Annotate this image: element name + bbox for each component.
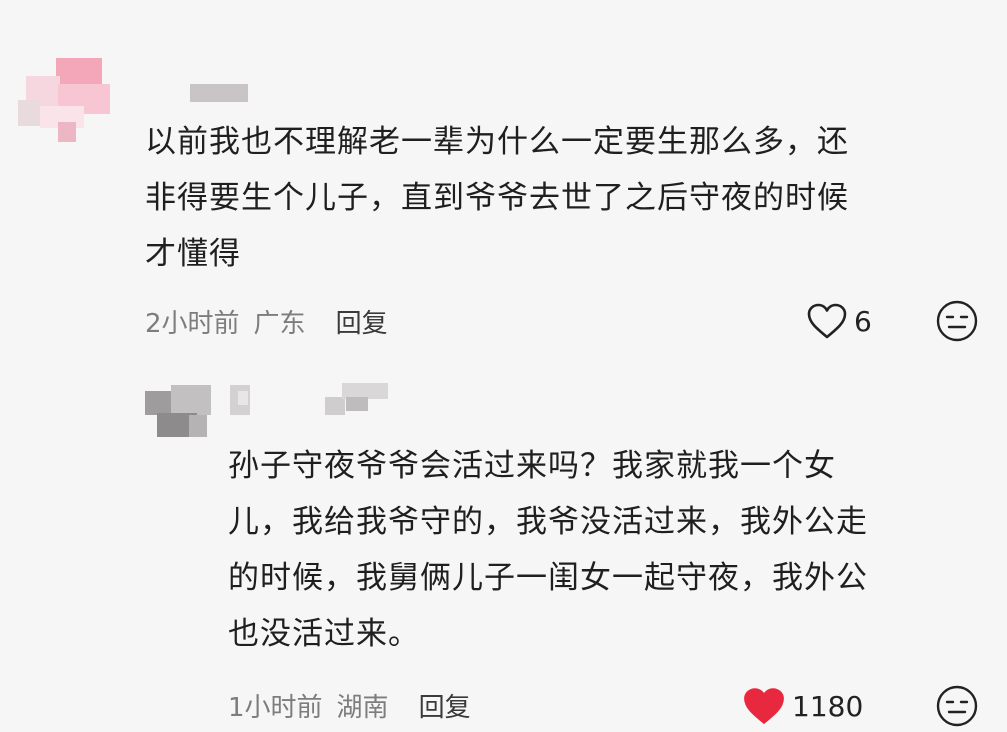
like-button[interactable]: 1180 [742, 686, 863, 726]
heart-outline-icon [807, 303, 847, 339]
location: 广东 [253, 309, 306, 339]
expressionless-face-icon[interactable] [935, 684, 979, 732]
location: 湖南 [336, 693, 389, 723]
reply-button[interactable]: 回复 [419, 693, 471, 723]
timestamp: 1小时前 [228, 693, 323, 723]
reply-button[interactable]: 回复 [336, 309, 388, 339]
expressionless-face-icon[interactable] [935, 299, 979, 347]
like-button[interactable]: 6 [806, 302, 872, 340]
like-count: 1180 [792, 689, 864, 723]
username[interactable] [230, 383, 400, 417]
username[interactable] [190, 84, 248, 102]
timestamp: 2小时前 [145, 309, 240, 339]
comment-meta: 1小时前 湖南 回复 [228, 687, 471, 724]
like-count: 6 [854, 304, 872, 338]
avatar[interactable] [18, 58, 110, 142]
heart-filled-icon [744, 688, 784, 724]
comment-text: 孙子守夜爷爷会活过来吗？我家就我一个女 儿，我给我爷守的，我爷没活过来，我外公走… [228, 448, 868, 652]
comment-meta: 2小时前 广东 回复 [145, 303, 388, 340]
comment-text: 以前我也不理解老一辈为什么一定要生那么多，还 非得要生个儿子，直到爷爷去世了之后… [145, 124, 849, 272]
avatar[interactable] [145, 385, 211, 441]
